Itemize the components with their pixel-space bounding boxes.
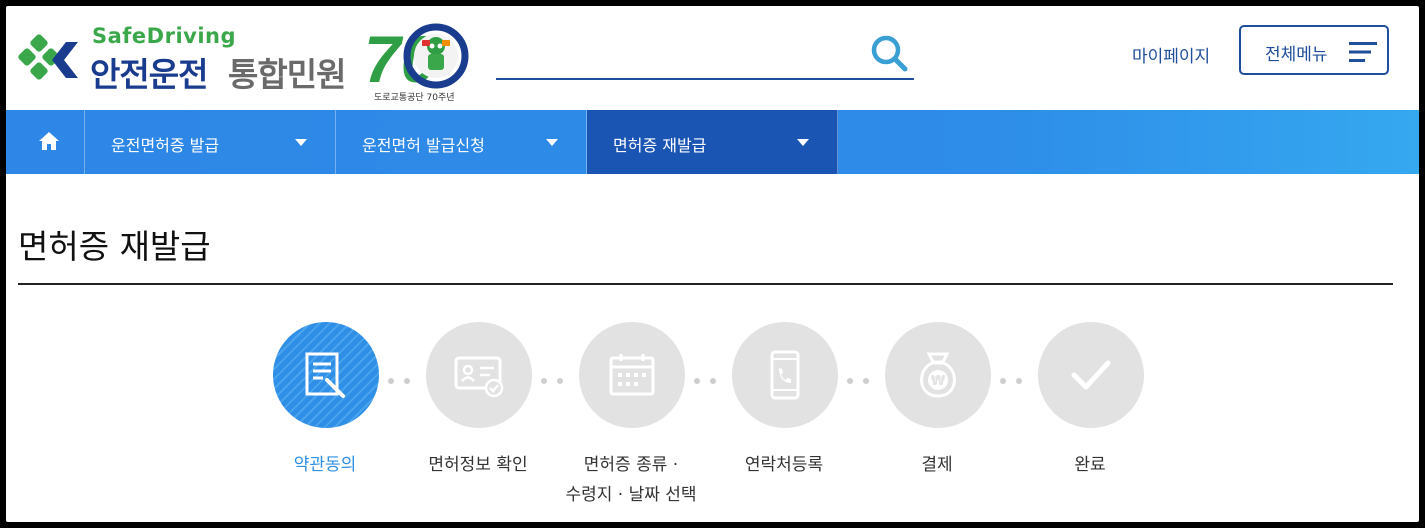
logo-sub-text: 통합민원 <box>228 55 346 94</box>
step-label: 면허증 종류 · 수령지 · 날짜 선택 <box>551 450 711 510</box>
caret-down-icon <box>546 139 558 146</box>
clover-logo-icon <box>18 34 78 80</box>
search-icon <box>871 35 908 72</box>
won-bag-icon: ₩ <box>920 352 956 398</box>
step-label: 면허정보 확인 <box>428 455 528 475</box>
all-menu-button[interactable]: 전체메뉴 <box>1239 25 1389 75</box>
search-input[interactable] <box>496 38 860 70</box>
svg-text:₩: ₩ <box>931 374 946 389</box>
step-label-line: 면허증 종류 · <box>583 455 679 475</box>
id-card-check-icon <box>454 356 504 398</box>
nav-item-label: 운전면허증 발급 <box>111 136 220 155</box>
step-circle-active <box>273 322 379 428</box>
calendar-icon <box>609 354 655 396</box>
nav-item-label: 운전면허 발급신청 <box>362 136 485 155</box>
anniversary-caption: 도로교통공단 70주년 <box>374 93 455 103</box>
mypage-link[interactable]: 마이페이지 <box>1132 42 1210 67</box>
step-connector <box>847 378 871 384</box>
step-label: 연락처등록 <box>744 455 824 475</box>
page-frame: SafeDriving 안전운전 통합민원 70 도로교통공단 70주년 마이페… <box>6 6 1419 522</box>
step-label: 결제 <box>921 455 953 475</box>
logo-english-text: SafeDriving <box>92 24 237 48</box>
nav-home-button[interactable] <box>6 110 85 174</box>
all-menu-label: 전체메뉴 <box>1265 45 1328 65</box>
step-circle <box>732 322 838 428</box>
site-logo[interactable]: SafeDriving 안전운전 통합민원 70 도로교통공단 70주년 <box>18 20 469 104</box>
step-circle: ₩ <box>885 322 991 428</box>
step-label: 약관동의 <box>293 455 357 475</box>
hamburger-icon <box>1349 42 1377 62</box>
main-navigation: 운전면허증 발급 운전면허 발급신청 면허증 재발급 <box>6 110 1419 174</box>
step-label: 완료 <box>1074 455 1106 475</box>
caret-down-icon <box>797 139 809 146</box>
search-button[interactable] <box>868 32 910 74</box>
search-bar <box>496 28 914 80</box>
logo-main-text: 안전운전 <box>90 55 208 94</box>
step-circle <box>579 322 685 428</box>
page-title: 면허증 재발급 <box>18 227 211 266</box>
title-divider <box>18 283 1393 285</box>
step-connector <box>541 378 565 384</box>
nav-item-license-application[interactable]: 운전면허 발급신청 <box>336 110 587 174</box>
step-label-line: 수령지 · 날짜 선택 <box>565 485 697 505</box>
mobile-phone-icon <box>770 350 800 400</box>
step-connector <box>388 378 412 384</box>
caret-down-icon <box>295 139 307 146</box>
step-connector <box>694 378 718 384</box>
nav-item-label: 면허증 재발급 <box>613 136 707 155</box>
nav-item-license-reissue[interactable]: 면허증 재발급 <box>587 110 838 174</box>
step-connector <box>1000 378 1024 384</box>
step-circle <box>426 322 532 428</box>
site-header: SafeDriving 안전운전 통합민원 70 도로교통공단 70주년 마이페… <box>6 6 1419 110</box>
step-circle <box>1038 322 1144 428</box>
checkmark-icon <box>1071 360 1111 390</box>
document-edit-icon <box>305 352 345 398</box>
nav-item-license-issue[interactable]: 운전면허증 발급 <box>85 110 336 174</box>
home-icon <box>39 132 59 150</box>
